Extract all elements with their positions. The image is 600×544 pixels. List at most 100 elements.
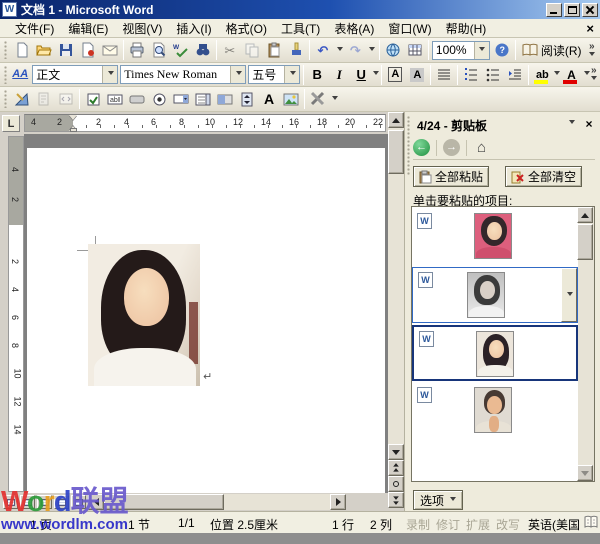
read-mode-button[interactable]: 阅读(R)	[518, 39, 586, 61]
clipboard-item-dropdown[interactable]	[561, 268, 577, 322]
insert-hyperlink-button[interactable]	[382, 39, 404, 61]
checkbox-control-button[interactable]	[82, 88, 104, 110]
clipboard-item-2[interactable]: W	[412, 267, 578, 323]
web-layout-view-button[interactable]	[20, 495, 35, 509]
tab-stop-selector[interactable]: L	[2, 115, 20, 132]
menu-format[interactable]: 格式(O)	[219, 18, 274, 39]
print-preview-button[interactable]	[148, 39, 170, 61]
minimize-button[interactable]	[546, 3, 562, 17]
font-dropdown-icon[interactable]	[230, 66, 245, 83]
status-track-changes[interactable]: 修订	[436, 516, 460, 533]
menu-tools[interactable]: 工具(T)	[274, 18, 327, 39]
redo-dropdown[interactable]	[366, 39, 377, 61]
scroll-down-button[interactable]	[388, 444, 404, 460]
home-icon[interactable]: ⌂	[473, 139, 490, 156]
next-page-button[interactable]	[388, 492, 404, 508]
spin-button-control[interactable]	[236, 88, 258, 110]
vertical-scroll-thumb[interactable]	[388, 130, 404, 174]
undo-dropdown[interactable]	[334, 39, 345, 61]
permission-button[interactable]	[77, 39, 99, 61]
menu-file[interactable]: 文件(F)	[8, 18, 61, 39]
scroll-right-button[interactable]	[330, 494, 346, 510]
task-pane-close-button[interactable]: ×	[581, 116, 597, 131]
previous-page-button[interactable]	[388, 460, 404, 476]
bullets-button[interactable]	[482, 64, 504, 86]
view-code-button[interactable]	[55, 88, 77, 110]
cut-button[interactable]: ✂	[219, 39, 241, 61]
scroll-left-button[interactable]	[88, 494, 104, 510]
open-button[interactable]	[33, 39, 55, 61]
list-scroll-thumb[interactable]	[577, 224, 593, 260]
insert-table-button[interactable]	[404, 39, 426, 61]
italic-button[interactable]: I	[328, 64, 350, 86]
help-button[interactable]: ?	[491, 39, 513, 61]
list-box-control-button[interactable]	[192, 88, 214, 110]
properties-button[interactable]	[33, 88, 55, 110]
print-layout-view-button[interactable]	[37, 495, 52, 509]
list-scroll-down-button[interactable]	[577, 465, 593, 481]
font-combo[interactable]: Times New Roman	[120, 65, 246, 84]
design-mode-button[interactable]	[11, 88, 33, 110]
styles-and-formatting-button[interactable]: AA	[9, 64, 31, 86]
task-pane-menu-button[interactable]	[563, 116, 579, 131]
paste-all-button[interactable]: 全部粘贴	[413, 166, 489, 187]
format-painter-button[interactable]	[285, 39, 307, 61]
zoom-dropdown-icon[interactable]	[474, 42, 489, 59]
bold-button[interactable]: B	[306, 64, 328, 86]
command-button-control[interactable]	[126, 88, 148, 110]
clipboard-item-4[interactable]: W	[412, 383, 578, 439]
copy-button[interactable]	[241, 39, 263, 61]
more-controls-button[interactable]	[307, 88, 329, 110]
inserted-photo[interactable]	[88, 244, 200, 386]
underline-button[interactable]: U	[350, 64, 372, 86]
menu-edit[interactable]: 编辑(E)	[61, 18, 115, 39]
combo-box-control-button[interactable]	[170, 88, 192, 110]
image-control-button[interactable]	[280, 88, 302, 110]
textbox-control-button[interactable]: ab	[104, 88, 126, 110]
character-shading-button[interactable]: A	[406, 64, 428, 86]
undo-button[interactable]: ↶	[312, 39, 334, 61]
character-border-button[interactable]: A	[384, 64, 406, 86]
horizontal-scrollbar[interactable]	[0, 493, 388, 511]
clipboard-item-3[interactable]: W	[412, 325, 578, 381]
scroll-up-button[interactable]	[388, 112, 404, 128]
zoom-combo[interactable]: 100%	[432, 41, 490, 60]
menu-help[interactable]: 帮助(H)	[439, 18, 494, 39]
toolbar-grip[interactable]	[4, 41, 9, 59]
status-record-mode[interactable]: 录制	[406, 516, 430, 533]
toggle-button-control[interactable]	[214, 88, 236, 110]
print-button[interactable]	[126, 39, 148, 61]
style-combo[interactable]: 正文	[32, 65, 118, 84]
status-extend-mode[interactable]: 扩展	[466, 516, 490, 533]
font-size-combo[interactable]: 五号	[248, 65, 300, 84]
status-overtype-mode[interactable]: 改写	[496, 516, 520, 533]
document-close-button[interactable]: ×	[586, 21, 594, 36]
underline-dropdown[interactable]	[372, 64, 379, 86]
list-scroll-up-button[interactable]	[577, 207, 593, 223]
vertical-scrollbar[interactable]	[388, 112, 404, 508]
new-document-button[interactable]	[11, 39, 33, 61]
highlight-button[interactable]: ab	[531, 64, 553, 86]
left-indent-marker[interactable]	[70, 128, 77, 132]
menu-table[interactable]: 表格(A)	[327, 18, 381, 39]
increase-indent-button[interactable]	[504, 64, 526, 86]
horizontal-scroll-thumb[interactable]	[104, 494, 224, 510]
style-dropdown-icon[interactable]	[102, 66, 117, 83]
spelling-button[interactable]: W	[170, 39, 192, 61]
options-button[interactable]: 选项	[413, 490, 463, 510]
outline-view-button[interactable]	[54, 495, 69, 509]
menu-view[interactable]: 视图(V)	[115, 18, 169, 39]
forward-icon[interactable]: →	[443, 139, 460, 156]
label-control-button[interactable]: A	[258, 88, 280, 110]
distributed-align-button[interactable]	[433, 64, 455, 86]
back-icon[interactable]: ←	[413, 139, 430, 156]
horizontal-scroll-track[interactable]	[104, 494, 330, 510]
font-color-dropdown[interactable]	[582, 64, 589, 86]
reading-view-button[interactable]	[71, 495, 86, 509]
toolbar-options-overflow[interactable]: »	[590, 64, 598, 86]
select-browse-object-button[interactable]	[388, 476, 404, 492]
maximize-button[interactable]	[564, 3, 580, 17]
clipboard-item-1[interactable]: W	[412, 209, 578, 265]
save-button[interactable]	[55, 39, 77, 61]
redo-button[interactable]: ↷	[344, 39, 366, 61]
